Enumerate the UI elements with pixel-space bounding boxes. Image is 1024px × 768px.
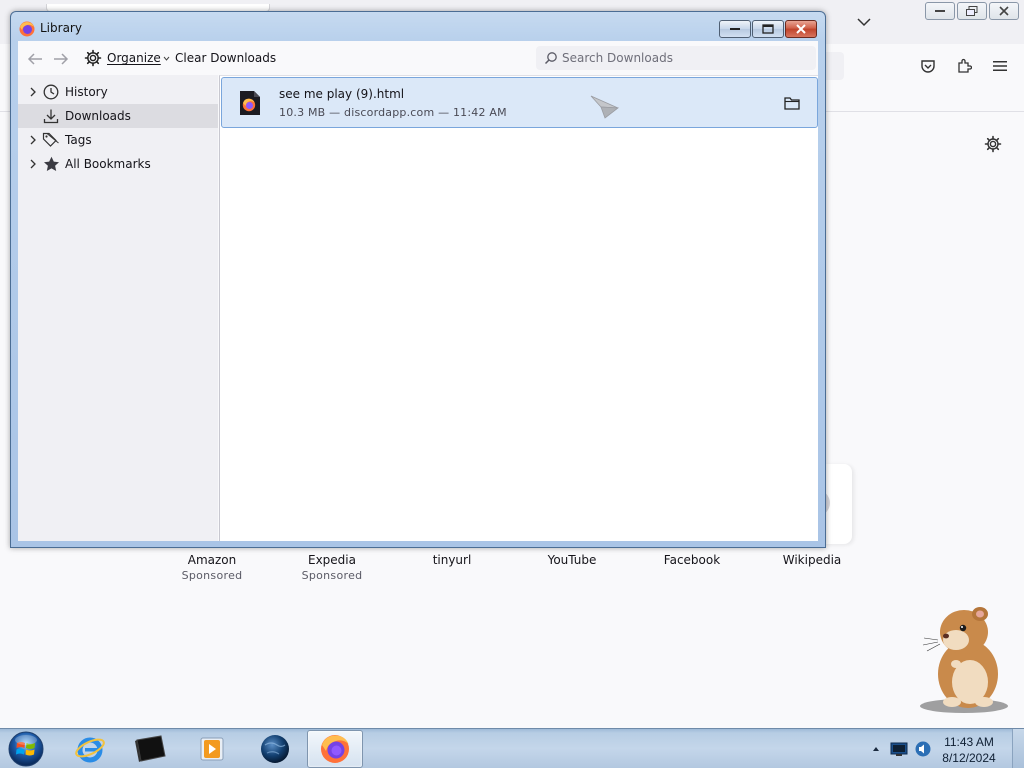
windows-taskbar: 11:43 AM 8/12/2024 bbox=[0, 728, 1024, 768]
shortcut-title: Wikipedia bbox=[782, 553, 842, 567]
clear-downloads-button[interactable]: Clear Downloads bbox=[175, 51, 276, 65]
library-maximize-button[interactable] bbox=[752, 20, 784, 38]
start-button[interactable] bbox=[4, 730, 48, 768]
windows-start-orb-icon bbox=[8, 731, 44, 767]
tray-clock[interactable]: 11:43 AM 8/12/2024 bbox=[936, 734, 1002, 766]
firefox-minimize-button[interactable] bbox=[925, 2, 955, 20]
terminal-icon bbox=[135, 735, 166, 762]
show-desktop-button[interactable] bbox=[1012, 729, 1024, 768]
library-close-button[interactable] bbox=[785, 20, 817, 38]
library-window: Library Organize Clear Downloads Search … bbox=[10, 11, 826, 548]
download-icon bbox=[42, 107, 60, 125]
shortcut-sponsored: Sponsored bbox=[301, 569, 363, 582]
newtab-settings-gear-icon[interactable] bbox=[982, 133, 1004, 155]
pocket-icon[interactable] bbox=[916, 54, 940, 78]
sidebar-item-label: Downloads bbox=[65, 109, 131, 123]
library-titlebar[interactable]: Library bbox=[11, 12, 825, 42]
shortcut-facebook[interactable]: Facebook bbox=[632, 553, 752, 568]
network-icon[interactable] bbox=[890, 741, 908, 757]
organize-label: Organize bbox=[107, 51, 161, 65]
sidebar-item-label: All Bookmarks bbox=[65, 157, 151, 171]
show-hidden-icons-icon[interactable] bbox=[872, 746, 880, 752]
media-player-icon bbox=[200, 737, 224, 761]
download-item[interactable]: see me play (9).html 10.3 MB — discordap… bbox=[221, 77, 818, 128]
forward-arrow-icon[interactable] bbox=[50, 48, 72, 70]
globe-icon bbox=[261, 735, 289, 763]
menu-hamburger-icon[interactable] bbox=[988, 54, 1012, 78]
search-box[interactable] bbox=[536, 46, 816, 70]
taskbar-terminal[interactable] bbox=[122, 730, 178, 768]
clock-date: 8/12/2024 bbox=[942, 751, 996, 765]
url-bar[interactable] bbox=[826, 52, 844, 80]
paper-plane-cursor-icon bbox=[590, 95, 620, 119]
taskbar-internet-explorer[interactable] bbox=[62, 730, 118, 768]
tab-list-chevron-icon[interactable] bbox=[852, 10, 876, 34]
firefox-restore-button[interactable] bbox=[957, 2, 987, 20]
library-minimize-button[interactable] bbox=[719, 20, 751, 38]
clock-icon bbox=[42, 83, 60, 101]
shortcut-sponsored: Sponsored bbox=[181, 569, 243, 582]
taskbar-firefox[interactable] bbox=[307, 730, 363, 768]
library-client: Organize Clear Downloads History Downloa… bbox=[18, 41, 818, 541]
shortcut-title: Amazon bbox=[187, 553, 237, 567]
extensions-icon[interactable] bbox=[952, 54, 976, 78]
html-file-icon bbox=[240, 91, 260, 115]
taskbar-globe-app[interactable] bbox=[247, 730, 303, 768]
organize-button[interactable]: Organize bbox=[84, 47, 170, 69]
download-filename: see me play (9).html bbox=[279, 87, 405, 101]
shortcut-amazon[interactable]: Amazon Sponsored bbox=[152, 553, 272, 583]
expand-chevron-icon[interactable] bbox=[26, 159, 40, 169]
search-input[interactable] bbox=[562, 51, 802, 65]
internet-explorer-icon bbox=[75, 737, 105, 763]
search-icon bbox=[544, 52, 557, 65]
firefox-close-button[interactable] bbox=[989, 2, 1019, 20]
gear-icon bbox=[84, 49, 102, 67]
shortcut-title: Facebook bbox=[663, 553, 721, 567]
system-tray: 11:43 AM 8/12/2024 bbox=[866, 729, 1024, 768]
shortcut-title: tinyurl bbox=[432, 553, 472, 567]
shortcut-tinyurl[interactable]: tinyurl bbox=[392, 553, 512, 568]
downloads-list: see me play (9).html 10.3 MB — discordap… bbox=[219, 75, 818, 541]
places-sidebar: History Downloads Tags All Bookmarks bbox=[18, 75, 218, 541]
sidebar-item-downloads[interactable]: Downloads bbox=[18, 104, 218, 128]
sidebar-item-label: Tags bbox=[65, 133, 92, 147]
dropdown-arrow-icon bbox=[163, 56, 170, 61]
taskbar-media-player[interactable] bbox=[183, 730, 239, 768]
library-title: Library bbox=[40, 21, 82, 35]
firefox-logo-icon bbox=[19, 21, 35, 37]
hamster-desktop-pet[interactable] bbox=[918, 604, 1010, 714]
shortcut-wikipedia[interactable]: Wikipedia bbox=[752, 553, 872, 568]
sidebar-item-tags[interactable]: Tags bbox=[18, 128, 218, 152]
sidebar-item-history[interactable]: History bbox=[18, 80, 218, 104]
expand-chevron-icon[interactable] bbox=[26, 135, 40, 145]
library-toolbar: Organize Clear Downloads bbox=[18, 41, 818, 75]
shortcut-title: Expedia bbox=[308, 553, 356, 567]
back-arrow-icon[interactable] bbox=[24, 48, 46, 70]
expand-chevron-icon[interactable] bbox=[26, 87, 40, 97]
download-status: 10.3 MB — discordapp.com — 11:42 AM bbox=[279, 106, 507, 119]
show-in-folder-icon[interactable] bbox=[782, 94, 802, 112]
clock-time: 11:43 AM bbox=[944, 735, 994, 749]
shortcut-expedia[interactable]: Expedia Sponsored bbox=[272, 553, 392, 583]
star-icon bbox=[42, 155, 60, 173]
sidebar-item-all-bookmarks[interactable]: All Bookmarks bbox=[18, 152, 218, 176]
shortcut-title: YouTube bbox=[547, 553, 597, 567]
tag-icon bbox=[42, 131, 60, 149]
firefox-icon bbox=[321, 735, 349, 763]
top-sites-shortcuts: Amazon Sponsored Expedia Sponsored tinyu… bbox=[152, 553, 872, 589]
sidebar-item-label: History bbox=[65, 85, 108, 99]
volume-icon[interactable] bbox=[914, 740, 932, 758]
shortcut-youtube[interactable]: YouTube bbox=[512, 553, 632, 568]
